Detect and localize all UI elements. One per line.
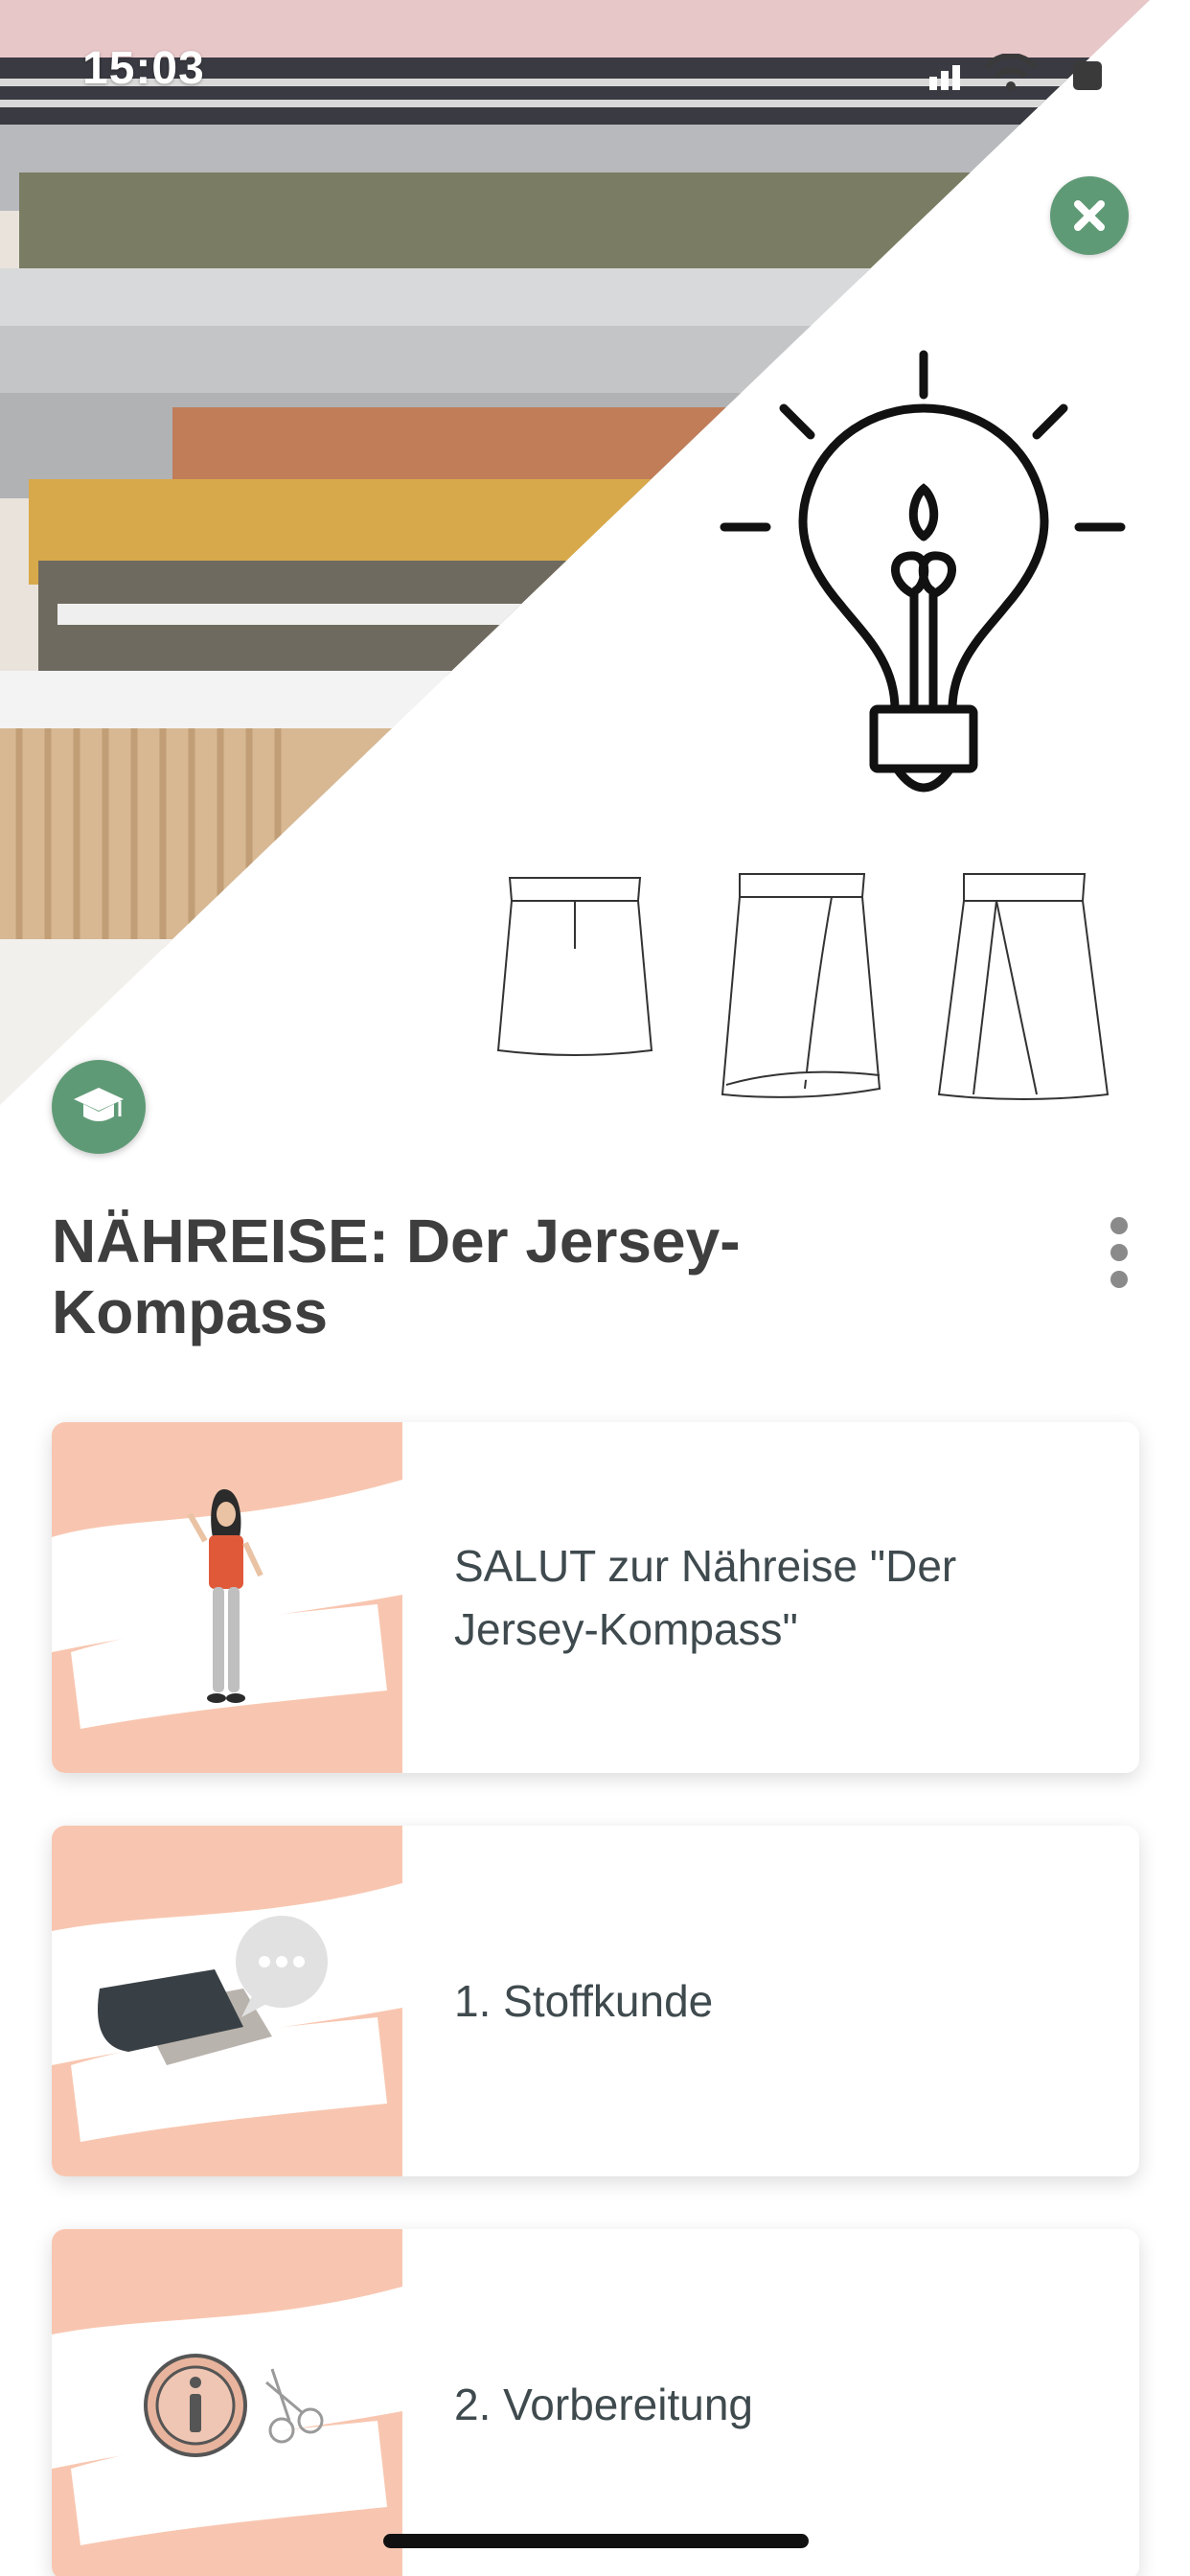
- lesson-title: 1. Stoffkunde: [454, 1976, 714, 2026]
- status-icons: [929, 54, 1102, 91]
- skirt-illustration-1: [496, 877, 653, 1056]
- lesson-card[interactable]: 1. Stoffkunde: [52, 1826, 1139, 2176]
- lesson-card[interactable]: 2. Vorbereitung: [52, 2229, 1139, 2576]
- woman-illustration-icon: [52, 1480, 402, 1729]
- page-title: NÄHREISE: Der Jersey-Kompass: [52, 1207, 741, 1346]
- lesson-thumbnail: [52, 2229, 402, 2576]
- lesson-thumbnail: [52, 1826, 402, 2176]
- course-badge[interactable]: [52, 1060, 146, 1154]
- hero-image: 15:03: [0, 0, 1190, 1105]
- lesson-title: SALUT zur Nähreise "Der Jersey-Kompass": [454, 1541, 957, 1654]
- skirt-illustration-3: [937, 873, 1110, 1100]
- lightbulb-icon: [720, 350, 1126, 793]
- status-time: 15:03: [82, 43, 205, 94]
- skirt-illustration-2: [721, 873, 881, 1098]
- close-icon: [1074, 200, 1105, 231]
- close-button[interactable]: [1050, 176, 1129, 255]
- lesson-title: 2. Vorbereitung: [454, 2380, 754, 2429]
- lesson-thumbnail: [52, 1422, 402, 1773]
- graduation-cap-icon: [74, 1088, 124, 1121]
- more-options-button[interactable]: [1100, 1217, 1138, 1288]
- more-vertical-icon: [1110, 1217, 1128, 1234]
- lesson-card[interactable]: SALUT zur Nähreise "Der Jersey-Kompass": [52, 1422, 1139, 1773]
- home-indicator: [383, 2534, 809, 2548]
- folded-fabric-icon: [52, 1883, 402, 2142]
- info-scissors-icon: [52, 2287, 402, 2545]
